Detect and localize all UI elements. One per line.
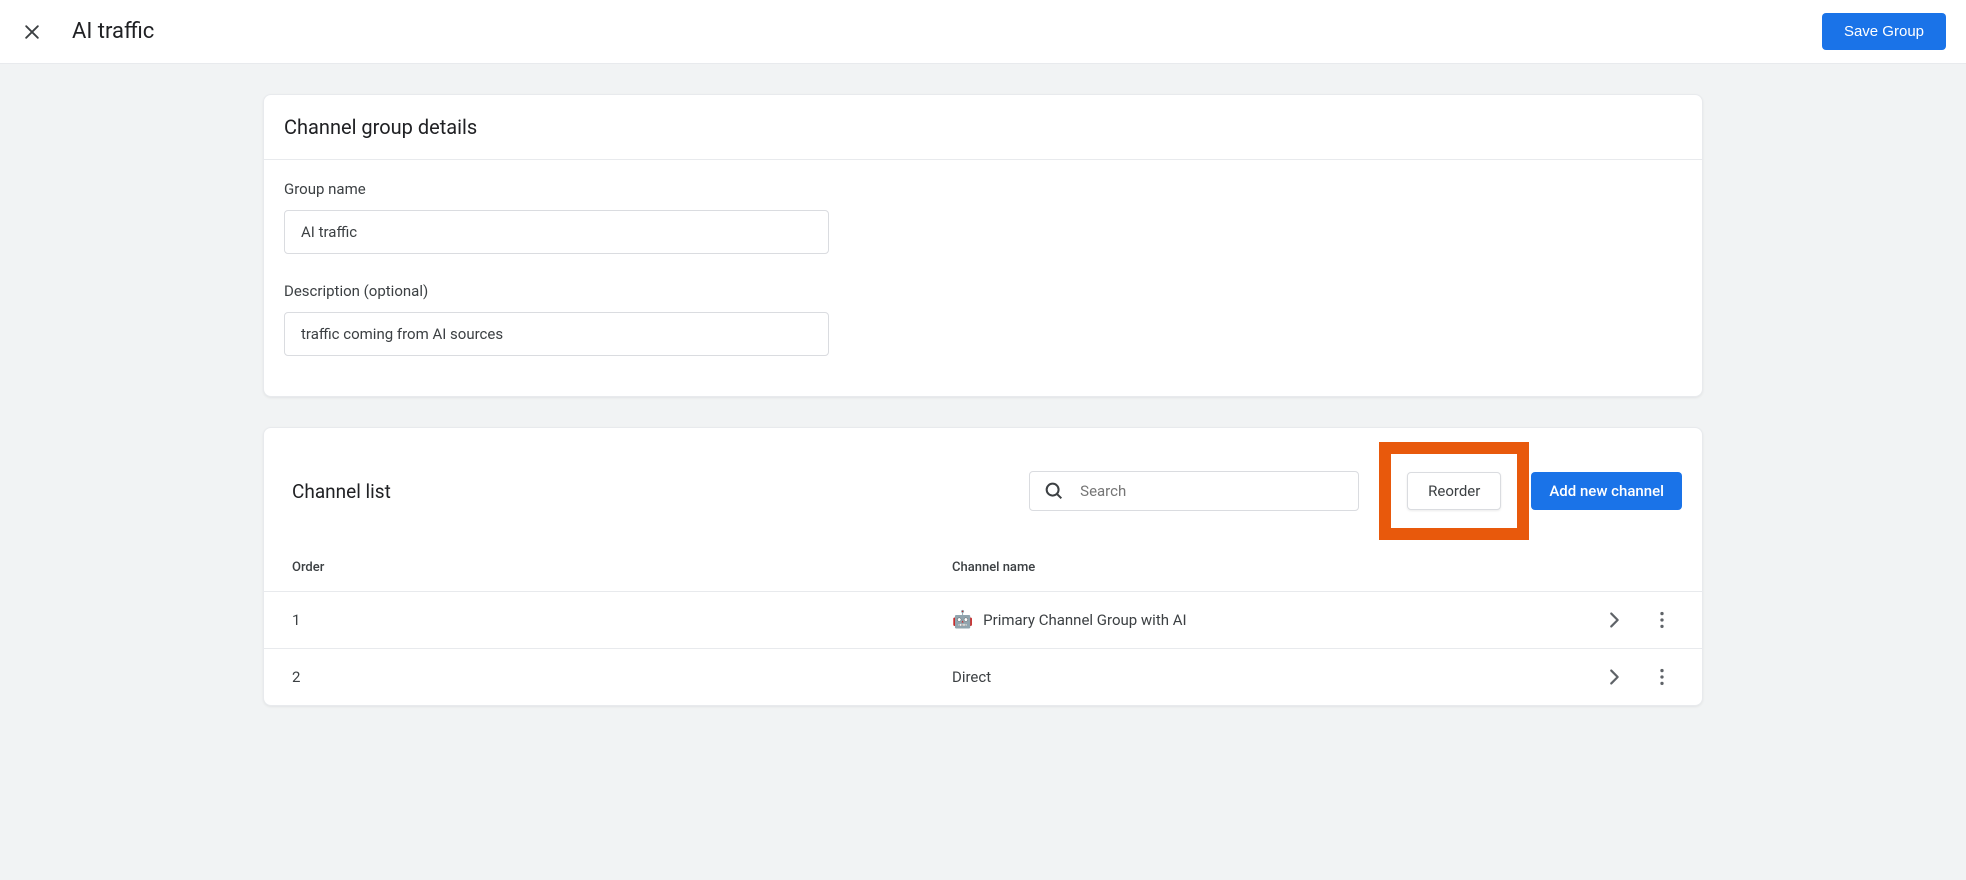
table-row: 1 🤖 Primary Channel Group with AI [264, 591, 1702, 648]
table-row: 2 Direct [264, 648, 1702, 705]
group-name-label: Group name [284, 180, 1682, 198]
chevron-right-icon[interactable] [1602, 665, 1626, 689]
channel-list-header: Channel list Reorder Add new channel [264, 428, 1702, 554]
top-bar: AI traffic Save Group [0, 0, 1966, 64]
more-vert-icon[interactable] [1650, 608, 1674, 632]
more-vert-icon[interactable] [1650, 665, 1674, 689]
row-channel-name: Direct [952, 668, 991, 686]
top-bar-left: AI traffic [20, 19, 154, 44]
group-name-input[interactable] [284, 210, 829, 254]
search-input[interactable] [1029, 471, 1359, 511]
add-new-channel-button[interactable]: Add new channel [1531, 472, 1682, 510]
details-card: Channel group details Group name Descrip… [263, 94, 1703, 397]
reorder-highlight: Reorder [1379, 442, 1529, 540]
content-area: Channel group details Group name Descrip… [263, 64, 1703, 766]
close-icon[interactable] [20, 20, 44, 44]
reorder-button[interactable]: Reorder [1407, 472, 1501, 510]
group-name-field: Group name [284, 180, 1682, 254]
row-order: 1 [292, 611, 952, 629]
row-channel-name: Primary Channel Group with AI [983, 611, 1186, 629]
description-field: Description (optional) [284, 282, 1682, 356]
description-label: Description (optional) [284, 282, 1682, 300]
description-input[interactable] [284, 312, 829, 356]
details-card-body: Group name Description (optional) [264, 160, 1702, 396]
channel-list-title: Channel list [292, 480, 391, 503]
channel-list-card: Channel list Reorder Add new channel Ord… [263, 427, 1703, 706]
page-title: AI traffic [72, 19, 154, 44]
robot-icon: 🤖 [952, 610, 973, 630]
save-group-button[interactable]: Save Group [1822, 13, 1946, 50]
column-header-order: Order [292, 560, 952, 575]
details-card-title: Channel group details [264, 95, 1702, 160]
chevron-right-icon[interactable] [1602, 608, 1626, 632]
table-header-row: Order Channel name [264, 554, 1702, 591]
search-wrap [1029, 471, 1359, 511]
column-header-name: Channel name [952, 560, 1574, 575]
row-order: 2 [292, 668, 952, 686]
